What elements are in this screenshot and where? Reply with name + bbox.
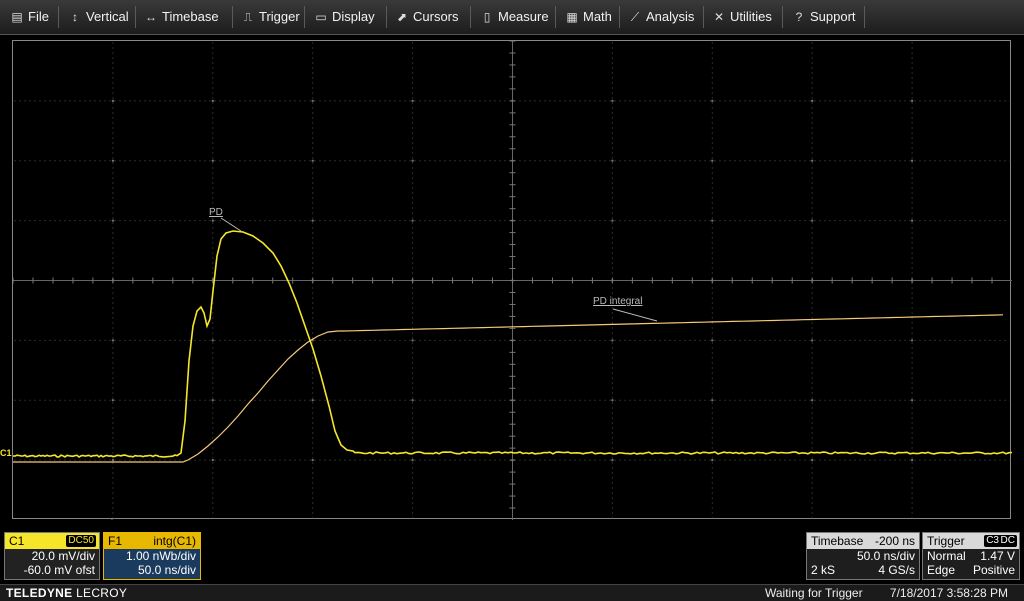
status-bar: TELEDYNE LECROY Waiting for Trigger 7/18… [0, 584, 1024, 601]
date-time: 7/18/2017 3:58:28 PM [889, 586, 1008, 600]
f1-tdiv: 50.0 ns/div [137, 563, 196, 577]
trigger-icon: ⎍ [243, 10, 253, 24]
info-panels: C1 DC50 20.0 mV/div -60.0 mV ofst F1 int… [0, 520, 1024, 584]
waveform-grid[interactable]: PD PD integral [12, 40, 1012, 520]
menu-math[interactable]: ▦ Math [559, 0, 619, 34]
f1-descriptor[interactable]: F1 intg(C1) 1.00 nWb/div 50.0 ns/div [103, 532, 201, 580]
support-icon: ? [795, 10, 803, 24]
menu-analysis[interactable]: ⟋ Analysis [622, 0, 702, 34]
timebase-delay: -200 ns [874, 534, 915, 548]
trigger-mode: Normal [927, 549, 966, 563]
trigger-level: 1.47 V [980, 549, 1015, 563]
trigger-type: Edge [927, 563, 956, 577]
timebase-rate: 4 GS/s [878, 563, 915, 577]
f1-name: F1 [108, 534, 123, 548]
display-icon: ▭ [315, 10, 327, 24]
c1-offset: -60.0 mV ofst [23, 563, 95, 577]
menu-timebase-label: Timebase [162, 9, 219, 24]
menu-utilities-label: Utilities [730, 9, 772, 24]
menu-support-label: Support [810, 9, 856, 24]
c1-coupling-badge: DC50 [66, 535, 96, 547]
trigger-coupling-badge: DC [998, 535, 1017, 547]
menu-analysis-label: Analysis [646, 9, 695, 24]
f1-integral-trace [13, 314, 1004, 463]
menu-file[interactable]: ▤ File [4, 0, 60, 34]
c1-vdiv: 20.0 mV/div [31, 549, 95, 563]
math-icon: ▦ [566, 10, 578, 24]
timebase-label: Timebase [811, 534, 864, 548]
menu-bar: ▤ File ↕ Vertical ↔ Timebase ⎍ Trigger ▭ Disp… [0, 0, 1024, 35]
menu-file-label: File [28, 9, 49, 24]
timebase-samples: 2 kS [811, 563, 836, 577]
grid-lines [13, 41, 1012, 520]
trigger-label: Trigger [927, 534, 965, 548]
pd-integral-trace-label: PD integral [593, 296, 642, 307]
menu-timebase[interactable]: ↔ Timebase [138, 0, 230, 34]
f1-vdiv: 1.00 nWb/div [125, 549, 196, 563]
brand-logo: TELEDYNE LECROY [6, 586, 128, 600]
menu-measure[interactable]: ▯ Measure [474, 0, 554, 34]
vertical-arrows-icon: ↕ [72, 10, 78, 24]
c1-ground-marker[interactable]: C1 [0, 448, 12, 458]
menu-utilities[interactable]: ✕ Utilities [706, 0, 782, 34]
menu-trigger[interactable]: ⎍ Trigger [235, 0, 303, 34]
f1-function: intg(C1) [153, 534, 196, 548]
pd-label-leader [220, 217, 242, 232]
trigger-slope: Positive [972, 563, 1015, 577]
menu-measure-label: Measure [498, 9, 549, 24]
menu-vertical-label: Vertical [86, 9, 129, 24]
menu-support[interactable]: ? Support [786, 0, 866, 34]
acquisition-status: Waiting for Trigger [765, 586, 863, 600]
file-icon: ▤ [11, 10, 23, 24]
menu-vertical[interactable]: ↕ Vertical [62, 0, 136, 34]
analysis-icon: ⟋ [630, 10, 640, 24]
menu-display[interactable]: ▭ Display [308, 0, 384, 34]
horizontal-arrows-icon: ↔ [145, 10, 157, 24]
menu-math-label: Math [583, 9, 612, 24]
waveform-canvas: PD PD integral [13, 41, 1012, 520]
menu-cursors-label: Cursors [413, 9, 459, 24]
pd-integral-label-leader [612, 308, 658, 322]
c1-descriptor[interactable]: C1 DC50 20.0 mV/div -60.0 mV ofst [4, 532, 100, 580]
menu-cursors[interactable]: ⬈ Cursors [389, 0, 469, 34]
pd-trace-label: PD [209, 207, 223, 218]
timebase-tdiv: 50.0 ns/div [856, 549, 915, 563]
menu-trigger-label: Trigger [259, 9, 300, 24]
timebase-descriptor[interactable]: Timebase -200 ns 50.0 ns/div 2 kS 4 GS/s [806, 532, 920, 580]
cursors-icon: ⬈ [396, 10, 408, 24]
trigger-descriptor[interactable]: Trigger C3 DC Normal 1.47 V Edge Positiv… [922, 532, 1020, 580]
c1-name: C1 [9, 534, 25, 548]
utilities-icon: ✕ [713, 10, 725, 24]
menu-display-label: Display [332, 9, 375, 24]
measure-icon: ▯ [483, 10, 491, 24]
